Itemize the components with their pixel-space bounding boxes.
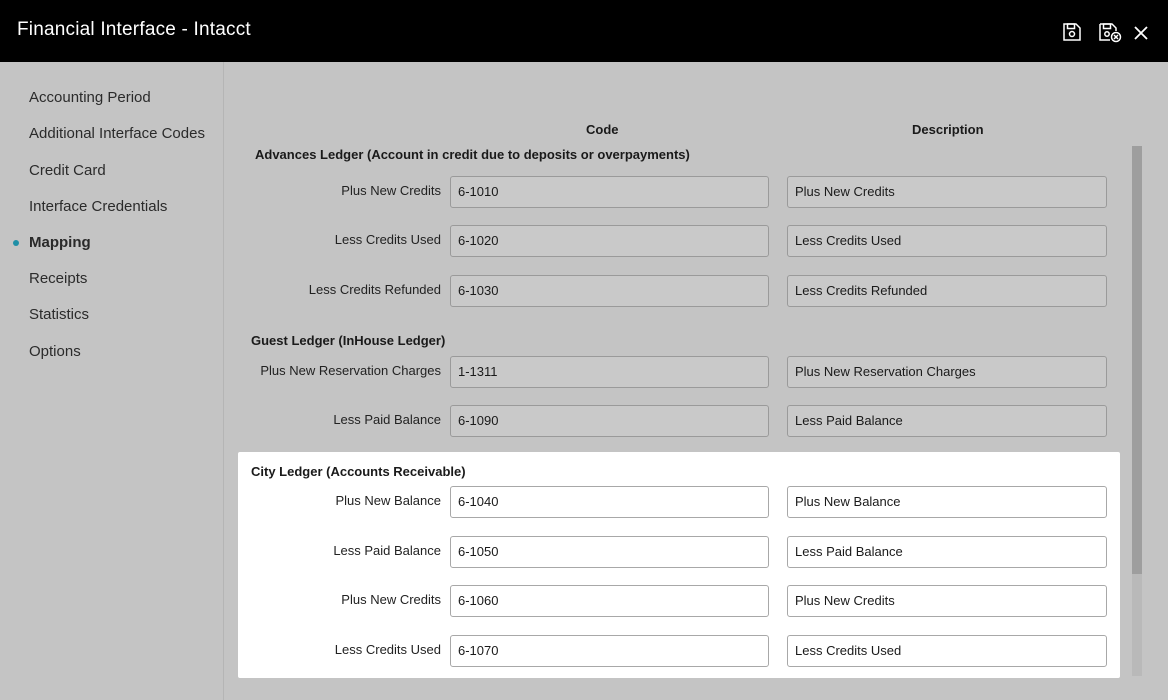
- title-bar: Financial Interface - Intacct: [0, 0, 1168, 62]
- save-close-icon[interactable]: [1097, 21, 1123, 43]
- sidebar-item-label: Options: [29, 343, 81, 360]
- description-field[interactable]: Less Paid Balance: [787, 536, 1107, 568]
- description-field[interactable]: Less Credits Refunded: [787, 275, 1107, 307]
- row-label: Plus New Balance: [335, 493, 442, 508]
- row-label: Plus New Credits: [341, 183, 441, 198]
- window-title: Financial Interface - Intacct: [17, 19, 251, 40]
- section-title-city-ledger: City Ledger (Accounts Receivable): [251, 464, 466, 479]
- sidebar-item-interface-credentials[interactable]: Interface Credentials: [29, 198, 167, 215]
- sidebar-item-label: Statistics: [29, 306, 90, 323]
- column-header-description: Description: [912, 122, 984, 137]
- description-field[interactable]: Plus New Credits: [787, 585, 1107, 617]
- row-label: Plus New Reservation Charges: [260, 363, 441, 378]
- row-label: Less Paid Balance: [333, 412, 441, 427]
- sidebar-item-statistics[interactable]: Statistics: [29, 306, 89, 323]
- sidebar-item-label: Accounting Period: [29, 89, 151, 106]
- section-title-guest-ledger: Guest Ledger (InHouse Ledger): [251, 333, 446, 348]
- sidebar-item-accounting-period[interactable]: Accounting Period: [29, 89, 151, 106]
- mapping-panel: Code Description Advances Ledger (Accoun…: [224, 62, 1168, 700]
- sidebar-item-label: Mapping: [29, 234, 91, 251]
- code-field[interactable]: 6-1050: [450, 536, 769, 568]
- scrollbar-thumb[interactable]: [1132, 146, 1142, 574]
- sidebar-item-label: Additional Interface Codes: [29, 125, 205, 142]
- code-field[interactable]: 6-1020: [450, 225, 769, 257]
- column-header-code: Code: [586, 122, 619, 137]
- sidebar-item-label: Interface Credentials: [29, 198, 168, 215]
- sidebar-item-additional-interface-codes[interactable]: Additional Interface Codes: [29, 125, 205, 142]
- code-field[interactable]: 6-1070: [450, 635, 769, 667]
- close-icon[interactable]: [1132, 21, 1150, 43]
- row-label: Less Credits Refunded: [308, 282, 441, 297]
- description-field[interactable]: Less Paid Balance: [787, 405, 1107, 437]
- code-field[interactable]: 1-1311: [450, 356, 769, 388]
- sidebar-item-options[interactable]: Options: [29, 343, 81, 360]
- row-label: Less Credits Used: [334, 642, 441, 657]
- code-field[interactable]: 6-1060: [450, 585, 769, 617]
- row-label: Plus New Credits: [341, 592, 441, 607]
- sidebar-item-credit-card[interactable]: Credit Card: [29, 162, 106, 179]
- description-field[interactable]: Plus New Balance: [787, 486, 1107, 518]
- save-icon[interactable]: [1061, 21, 1083, 43]
- code-field[interactable]: 6-1040: [450, 486, 769, 518]
- description-field[interactable]: Less Credits Used: [787, 225, 1107, 257]
- row-label: Less Credits Used: [334, 232, 441, 247]
- sidebar-item-receipts[interactable]: Receipts: [29, 270, 87, 287]
- code-field[interactable]: 6-1010: [450, 176, 769, 208]
- description-field[interactable]: Plus New Credits: [787, 176, 1107, 208]
- row-label: Less Paid Balance: [333, 543, 441, 558]
- sidebar-item-label: Credit Card: [29, 162, 106, 179]
- active-indicator-dot: [13, 240, 19, 246]
- vertical-scrollbar[interactable]: [1132, 146, 1142, 676]
- sidebar: Accounting Period Additional Interface C…: [0, 62, 224, 700]
- sidebar-item-label: Receipts: [29, 270, 88, 287]
- sidebar-item-mapping[interactable]: Mapping: [13, 234, 91, 251]
- code-field[interactable]: 6-1030: [450, 275, 769, 307]
- description-field[interactable]: Plus New Reservation Charges: [787, 356, 1107, 388]
- code-field[interactable]: 6-1090: [450, 405, 769, 437]
- section-title-advances-ledger: Advances Ledger (Account in credit due t…: [255, 147, 690, 162]
- description-field[interactable]: Less Credits Used: [787, 635, 1107, 667]
